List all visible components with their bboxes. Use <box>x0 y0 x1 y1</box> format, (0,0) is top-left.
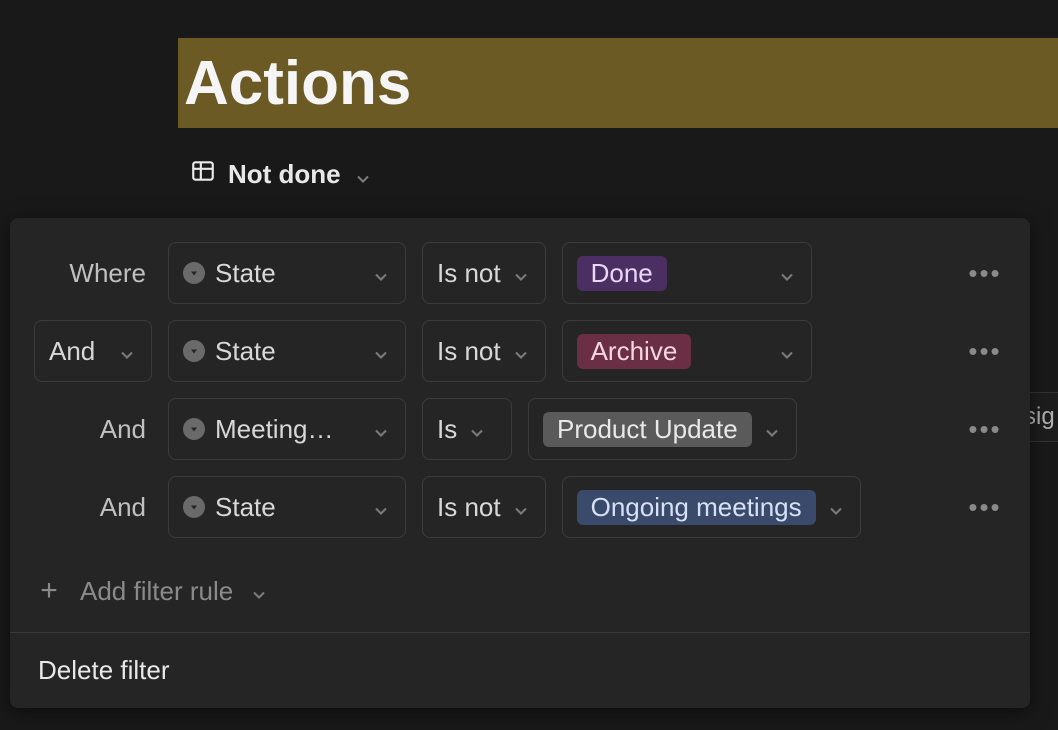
select-property-icon <box>183 262 205 284</box>
rule-more-button[interactable]: ••• <box>964 252 1006 294</box>
operator-label: Is not <box>437 492 501 523</box>
rule-more-button[interactable]: ••• <box>964 486 1006 528</box>
add-filter-rule-label: Add filter rule <box>80 576 233 607</box>
value-select[interactable]: Done <box>562 242 812 304</box>
select-property-icon <box>183 340 205 362</box>
property-select[interactable]: State <box>168 476 406 538</box>
dots-icon: ••• <box>968 492 1001 523</box>
select-property-icon <box>183 418 205 440</box>
property-label: State <box>215 258 361 289</box>
chevron-down-icon <box>511 341 531 361</box>
operator-select[interactable]: Is not <box>422 320 546 382</box>
value-tag: Product Update <box>543 412 752 447</box>
view-selector[interactable]: Not done <box>190 158 373 191</box>
conjunction-label: And <box>34 414 152 445</box>
operator-label: Is not <box>437 258 501 289</box>
page-title-block: Actions <box>178 38 1058 128</box>
chevron-down-icon <box>371 497 391 517</box>
page-title: Actions <box>184 48 411 119</box>
filter-rule-row: And State Is not Ongoing meetings ••• <box>34 476 1006 538</box>
chevron-down-icon <box>371 263 391 283</box>
filter-rule-row: Where State Is not Done ••• <box>34 242 1006 304</box>
filter-panel: Where State Is not Done ••• And State Is not Arc… <box>10 218 1030 708</box>
chevron-down-icon <box>511 497 531 517</box>
filter-rule-row: And Meeting… Is Product Update ••• <box>34 398 1006 460</box>
chevron-down-icon <box>371 419 391 439</box>
value-tag: Done <box>577 256 667 291</box>
value-tag: Ongoing meetings <box>577 490 816 525</box>
delete-filter-label: Delete filter <box>38 655 170 685</box>
property-label: State <box>215 336 361 367</box>
operator-select[interactable]: Is not <box>422 476 546 538</box>
property-select[interactable]: State <box>168 320 406 382</box>
operator-label: Is not <box>437 336 501 367</box>
operator-select[interactable]: Is <box>422 398 512 460</box>
dots-icon: ••• <box>968 258 1001 289</box>
delete-filter-button[interactable]: Delete filter <box>10 633 1030 708</box>
filter-rule-row: And State Is not Archive ••• <box>34 320 1006 382</box>
chevron-down-icon <box>777 341 797 361</box>
property-label: Meeting… <box>215 414 361 445</box>
property-label: State <box>215 492 361 523</box>
property-select[interactable]: Meeting… <box>168 398 406 460</box>
property-select[interactable]: State <box>168 242 406 304</box>
value-select[interactable]: Product Update <box>528 398 797 460</box>
dots-icon: ••• <box>968 414 1001 445</box>
conjunction-label: And <box>34 492 152 523</box>
operator-select[interactable]: Is not <box>422 242 546 304</box>
rule-more-button[interactable]: ••• <box>964 408 1006 450</box>
value-select[interactable]: Archive <box>562 320 812 382</box>
conjunction-select[interactable]: And <box>34 320 152 382</box>
chevron-down-icon <box>117 341 137 361</box>
chevron-down-icon <box>371 341 391 361</box>
chevron-down-icon <box>511 263 531 283</box>
chevron-down-icon <box>249 581 269 601</box>
value-select[interactable]: Ongoing meetings <box>562 476 861 538</box>
operator-label: Is <box>437 414 457 445</box>
rule-more-button[interactable]: ••• <box>964 330 1006 372</box>
chevron-down-icon <box>826 497 846 517</box>
chevron-down-icon <box>777 263 797 283</box>
value-tag: Archive <box>577 334 692 369</box>
chevron-down-icon <box>762 419 782 439</box>
conjunction-label: And <box>49 336 95 367</box>
dots-icon: ••• <box>968 336 1001 367</box>
table-icon <box>190 158 216 191</box>
view-name: Not done <box>228 159 341 190</box>
add-filter-rule-button[interactable]: + Add filter rule <box>10 566 1030 632</box>
select-property-icon <box>183 496 205 518</box>
chevron-down-icon <box>353 165 373 185</box>
chevron-down-icon <box>467 419 487 439</box>
filter-rules-list: Where State Is not Done ••• And State Is not Arc… <box>10 242 1030 566</box>
plus-icon: + <box>34 574 64 608</box>
conjunction-label: Where <box>34 258 152 289</box>
